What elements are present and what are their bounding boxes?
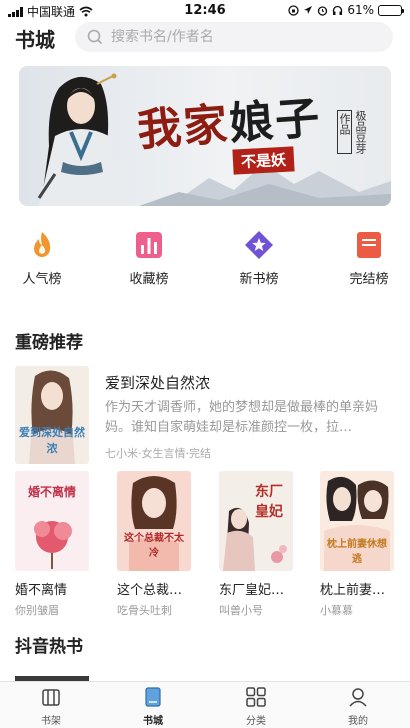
rank-label: 完结榜 xyxy=(349,272,389,287)
featured-description: 作为天才调香师，她的梦想却是做最棒的单亲妈妈。谁知自家萌娃却是标准颜控一枚，拉… xyxy=(105,400,379,435)
page-title: 书城 xyxy=(15,28,55,52)
tab-bookshelf[interactable]: 书架 xyxy=(21,686,81,727)
book-author: 你别皱眉 xyxy=(15,604,59,617)
bar-chart-icon xyxy=(136,232,162,258)
rank-label: 收藏榜 xyxy=(129,272,169,287)
search-icon xyxy=(87,29,103,45)
rank-completed[interactable]: 完结榜 xyxy=(329,230,409,287)
tab-profile[interactable]: 我的 xyxy=(328,686,388,727)
rank-favorites[interactable]: 收藏榜 xyxy=(109,230,189,287)
banner-side-label: 作品 极品豆芽 xyxy=(337,110,367,154)
book-cover: 爱到深处自然浓 xyxy=(15,366,89,464)
book-icon xyxy=(145,687,161,707)
lock-rotation-icon xyxy=(288,4,299,16)
rank-label: 新书榜 xyxy=(239,272,279,287)
book-cover: 枕上前妻休想逃 xyxy=(320,471,394,571)
book-card[interactable]: 这个总裁不太冷 这个总裁… 吃骨头吐刺 xyxy=(117,471,197,618)
document-icon xyxy=(357,232,381,258)
cover-title: 枕上前妻休想逃 xyxy=(327,539,387,565)
bookshelf-icon xyxy=(42,689,60,706)
featured-book[interactable]: 爱到深处自然浓 爱到深处自然浓 作为天才调香师，她的梦想却是做最棒的单亲妈妈。谁… xyxy=(15,366,395,464)
cover-title: 这个总裁不太冷 xyxy=(124,533,184,559)
section-title-featured: 重磅推荐 xyxy=(15,333,83,353)
tab-label: 分类 xyxy=(246,716,266,727)
book-author: 小慕慕 xyxy=(320,604,353,617)
rank-label: 人气榜 xyxy=(22,272,62,287)
cover-title: 婚不离情 xyxy=(27,485,76,499)
book-cover: 婚不离情 xyxy=(15,471,89,571)
featured-title: 爱到深处自然浓 xyxy=(105,374,211,392)
flame-icon xyxy=(34,232,51,257)
headphones-icon xyxy=(333,5,343,15)
banner-tag: 不是妖 xyxy=(232,146,295,175)
tab-label: 书城 xyxy=(143,716,163,727)
banner-title: 我家娘子 xyxy=(135,92,323,157)
book-title: 东厂皇妃… xyxy=(219,583,285,598)
promo-banner[interactable]: 我家娘子 不是妖 作品 极品豆芽 xyxy=(19,66,391,206)
book-card[interactable]: 枕上前妻休想逃 枕上前妻… 小慕慕 xyxy=(320,471,400,618)
grid-icon xyxy=(246,687,266,707)
book-cover: 东厂皇妃 xyxy=(219,471,293,571)
rank-popular[interactable]: 人气榜 xyxy=(2,230,82,287)
ranking-shortcuts: 人气榜 收藏榜 新书榜 完结榜 xyxy=(0,230,410,290)
tab-label: 我的 xyxy=(348,716,368,727)
battery-percent: 61% xyxy=(347,3,374,17)
tab-bookstore[interactable]: 书城 xyxy=(123,686,183,727)
featured-meta: 七小米·女生言情·完结 xyxy=(105,447,211,460)
banner-works-label: 作品 xyxy=(337,110,352,154)
search-bar[interactable] xyxy=(75,22,393,52)
battery-icon xyxy=(378,4,404,16)
alarm-icon xyxy=(318,5,328,16)
book-title: 婚不离情 xyxy=(15,583,68,598)
book-cover: 这个总裁不太冷 xyxy=(117,471,191,571)
rank-new[interactable]: 新书榜 xyxy=(219,230,299,287)
cover-title: 东厂皇妃 xyxy=(255,484,283,520)
tab-label: 书架 xyxy=(41,716,61,727)
person-icon xyxy=(349,688,367,707)
book-card[interactable]: 东厂皇妃 东厂皇妃… 叫兽小号 xyxy=(219,471,299,618)
book-author: 吃骨头吐刺 xyxy=(117,604,172,617)
status-bar: 中国联通 12:46 61% xyxy=(0,0,410,22)
header: 书城 xyxy=(0,22,410,56)
tab-categories[interactable]: 分类 xyxy=(226,686,286,727)
star-badge-icon xyxy=(245,231,273,259)
book-title: 这个总裁… xyxy=(117,583,183,598)
book-title: 枕上前妻… xyxy=(320,583,386,598)
section-title-douyin: 抖音热书 xyxy=(15,637,83,657)
book-author: 叫兽小号 xyxy=(219,604,263,617)
book-card[interactable]: 婚不离情 婚不离情 你别皱眉 xyxy=(15,471,95,618)
tab-bar: 书架 书城 分类 我的 xyxy=(0,681,410,728)
cover-title: 爱到深处自然浓 xyxy=(19,426,85,455)
book-grid: 婚不离情 婚不离情 你别皱眉 这个总裁不太冷 这个总裁… 吃骨头吐刺 东厂皇妃 … xyxy=(0,471,410,621)
search-input[interactable] xyxy=(111,29,371,45)
banner-brand: 极品豆芽 xyxy=(354,110,367,154)
location-icon xyxy=(304,6,313,14)
